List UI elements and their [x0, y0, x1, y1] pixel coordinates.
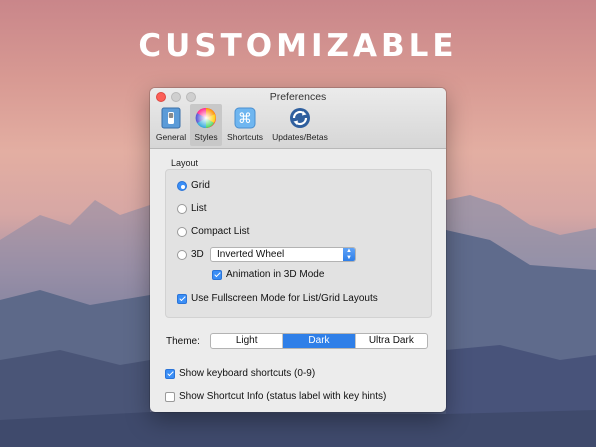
tab-shortcuts[interactable]: ⌘ Shortcuts	[224, 104, 266, 146]
headline: CUSTOMIZABLE	[138, 28, 458, 64]
theme-light-option[interactable]: Light	[211, 334, 284, 348]
radio-indicator	[177, 180, 187, 191]
chevron-up-down-icon: ▲ ▼	[343, 248, 355, 261]
layout-compact-list-label: Compact List	[191, 226, 250, 237]
shortcut-info-label: Show Shortcut Info (status label with ke…	[179, 391, 387, 402]
command-key-icon: ⌘	[234, 107, 256, 129]
theme-ultra-dark-option[interactable]: Ultra Dark	[356, 334, 427, 348]
checkbox-indicator	[177, 293, 187, 304]
layout-compact-list-radio[interactable]: Compact List	[177, 226, 249, 237]
tab-shortcuts-label: Shortcuts	[227, 132, 263, 142]
general-switch-icon	[161, 107, 181, 129]
checkbox-indicator	[165, 368, 175, 379]
svg-text:⌘: ⌘	[238, 111, 252, 127]
checkbox-indicator	[212, 269, 222, 280]
layout-list-radio[interactable]: List	[177, 203, 207, 214]
layout-grid-label: Grid	[191, 180, 210, 191]
keyboard-shortcuts-checkbox[interactable]: Show keyboard shortcuts (0-9)	[165, 368, 315, 379]
layout-grid-radio[interactable]: Grid	[177, 180, 210, 191]
layout-3d-label: 3D	[191, 249, 204, 260]
radio-indicator	[177, 226, 187, 237]
tab-general[interactable]: General	[154, 104, 188, 146]
tab-updates-betas-label: Updates/Betas	[272, 132, 328, 142]
mode-3d-select[interactable]: Inverted Wheel ▲ ▼	[210, 247, 356, 262]
mode-3d-select-value: Inverted Wheel	[217, 249, 285, 260]
window-title: Preferences	[269, 91, 327, 103]
sync-arrows-icon	[290, 108, 310, 128]
radio-indicator	[177, 249, 187, 260]
theme-label: Theme:	[166, 336, 200, 347]
layout-list-label: List	[191, 203, 207, 214]
preferences-window: Preferences General Styles ⌘ Shortcuts U…	[150, 88, 446, 412]
tab-general-label: General	[155, 132, 187, 142]
styles-pane: Layout Grid List Compact List 3D Inverte…	[150, 149, 446, 412]
theme-dark-option[interactable]: Dark	[283, 334, 356, 348]
animation-3d-label: Animation in 3D Mode	[226, 269, 325, 280]
theme-segmented-control: Light Dark Ultra Dark	[210, 333, 428, 349]
shortcut-info-checkbox[interactable]: Show Shortcut Info (status label with ke…	[165, 391, 386, 402]
tab-styles-label: Styles	[194, 132, 218, 142]
radio-indicator	[177, 203, 187, 214]
fullscreen-mode-label: Use Fullscreen Mode for List/Grid Layout…	[191, 293, 378, 304]
color-wheel-icon	[195, 107, 216, 129]
layout-section-label: Layout	[171, 158, 199, 168]
layout-3d-radio[interactable]: 3D	[177, 249, 204, 260]
animation-3d-checkbox[interactable]: Animation in 3D Mode	[212, 269, 324, 280]
tab-updates-betas[interactable]: Updates/Betas	[268, 104, 332, 146]
keyboard-shortcuts-label: Show keyboard shortcuts (0-9)	[179, 368, 316, 379]
window-titlebar: Preferences General Styles ⌘ Shortcuts U…	[150, 88, 446, 149]
checkbox-indicator	[165, 391, 175, 402]
fullscreen-mode-checkbox[interactable]: Use Fullscreen Mode for List/Grid Layout…	[177, 293, 378, 304]
tab-styles[interactable]: Styles	[190, 104, 222, 146]
